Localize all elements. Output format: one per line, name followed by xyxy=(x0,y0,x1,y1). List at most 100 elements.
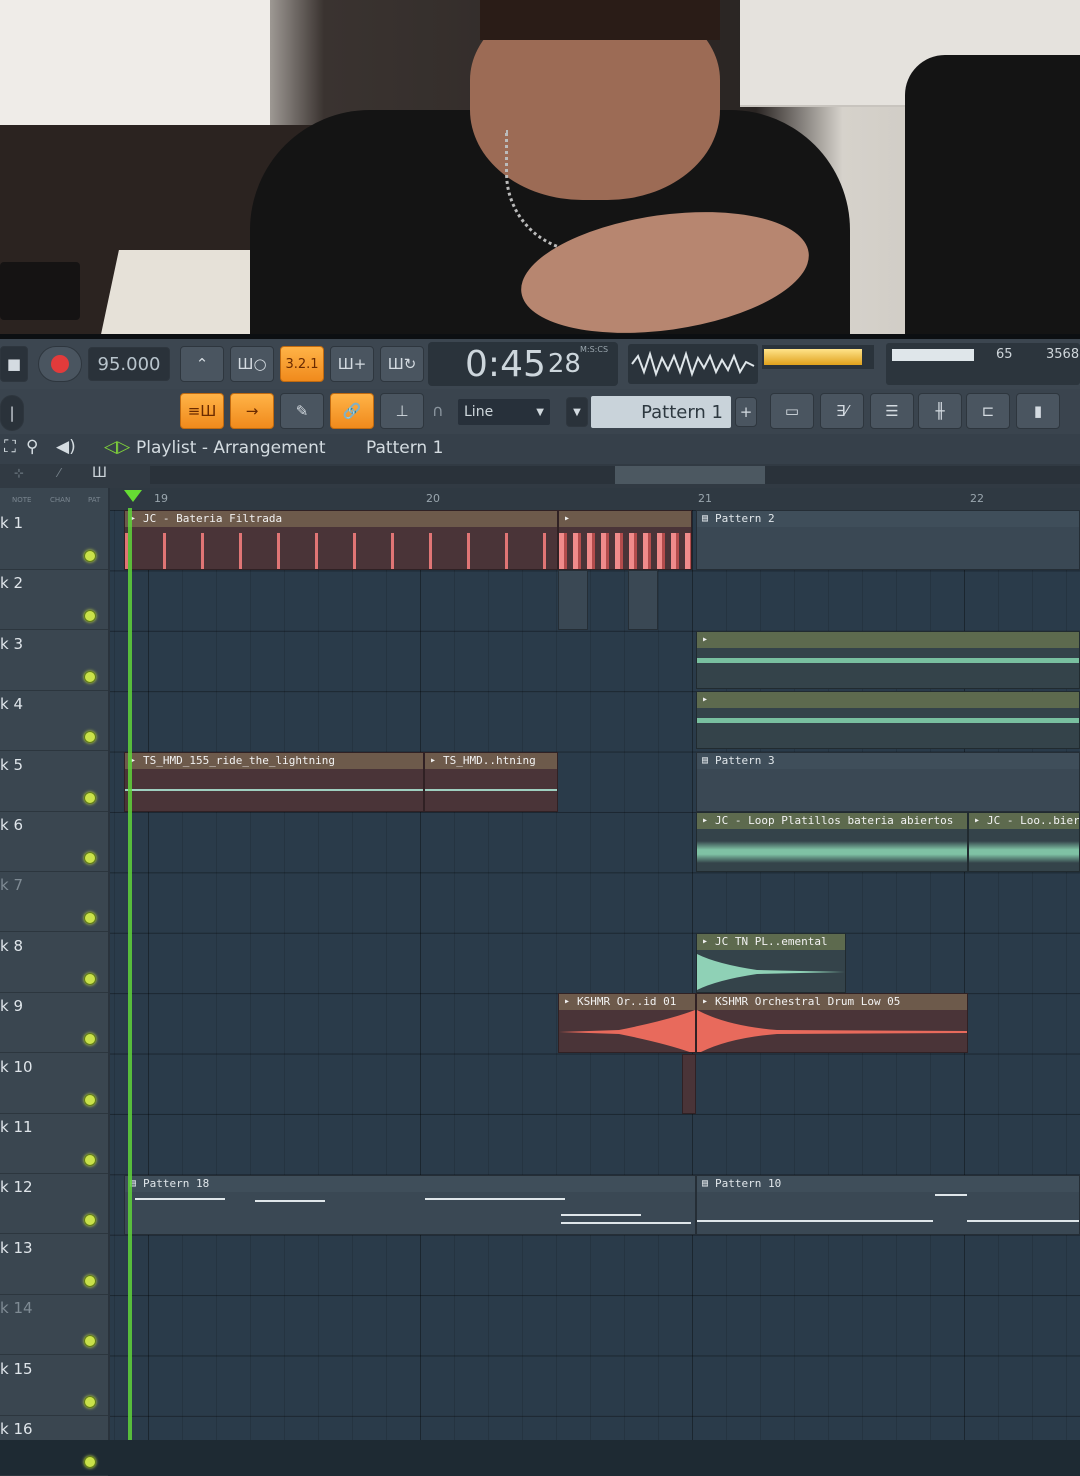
track-mute-led[interactable] xyxy=(84,1335,96,1348)
track-header[interactable]: k 9 xyxy=(0,993,108,1054)
channel-rack-icon: ∃⁄ xyxy=(836,402,848,420)
track-header[interactable]: k 2 xyxy=(0,570,108,631)
track-mute-led[interactable] xyxy=(84,610,96,623)
track-header[interactable]: k 7 xyxy=(0,872,108,933)
countdown-button[interactable]: 3.2.1 xyxy=(280,346,324,382)
metronome-button[interactable]: ⌃ xyxy=(180,346,224,382)
loop-record-button[interactable]: Ш↻ xyxy=(380,346,424,382)
channel-rack-button[interactable]: ∃⁄ xyxy=(820,393,864,429)
scroll-thumb[interactable] xyxy=(615,466,765,484)
track-label: k 8 xyxy=(0,936,23,955)
track-mute-led[interactable] xyxy=(84,1093,96,1106)
person-hair xyxy=(480,0,720,40)
header-labels: NOTE CHAN PAT xyxy=(0,490,108,508)
slide-icon[interactable]: ⁄ xyxy=(58,466,60,480)
track-mute-led[interactable] xyxy=(84,670,96,683)
pattern-clip-10[interactable]: Pattern 10 xyxy=(696,1175,1080,1235)
track-mute-led[interactable] xyxy=(84,912,96,925)
audio-clip-track3[interactable] xyxy=(696,631,1080,689)
piano-icon[interactable]: Ш xyxy=(92,465,107,481)
track-header[interactable]: k 16 xyxy=(0,1416,108,1476)
track-mute-led[interactable] xyxy=(84,550,96,562)
track-header[interactable]: k 6 xyxy=(0,812,108,872)
audio-clip-tn[interactable]: JC TN PL..emental xyxy=(696,933,846,993)
track-header[interactable]: k 14 xyxy=(0,1295,108,1356)
track-mute-led[interactable] xyxy=(84,1033,96,1046)
track-mute-led[interactable] xyxy=(84,1395,96,1408)
playhead[interactable] xyxy=(124,488,142,1440)
wait-record-button[interactable]: Ш○ xyxy=(230,346,274,382)
track-mute-led[interactable] xyxy=(84,731,96,744)
audio-clip-kshmr-small[interactable] xyxy=(682,1054,696,1114)
playlist-title[interactable]: Playlist - Arrangement xyxy=(136,438,326,458)
audio-clip-kshmr-1[interactable]: KSHMR Or..id 01 xyxy=(558,993,696,1053)
blend-notes-button[interactable]: Ш+ xyxy=(330,346,374,382)
track-mute-led[interactable] xyxy=(84,1154,96,1166)
track-label: k 14 xyxy=(0,1299,33,1318)
clip-waveform xyxy=(697,954,845,990)
track-header[interactable]: k 13 xyxy=(0,1235,108,1295)
track-mute-led[interactable] xyxy=(84,1456,96,1468)
track-header[interactable]: k 11 xyxy=(0,1114,108,1174)
playlist-view-button[interactable]: ☰ xyxy=(870,393,914,429)
browser-button[interactable]: ▭ xyxy=(770,393,814,429)
track-label: k 9 xyxy=(0,997,23,1016)
header-label: PAT xyxy=(88,496,101,504)
link-button[interactable]: 🔗 xyxy=(330,393,374,429)
expand-icon[interactable]: ⛶ xyxy=(4,437,16,457)
track-mute-led[interactable] xyxy=(84,972,96,985)
track-header[interactable]: k 1 xyxy=(0,510,108,570)
link-icon: 🔗 xyxy=(342,402,362,420)
pencil-button[interactable]: ✎ xyxy=(280,393,324,429)
play-arrows-icon[interactable]: ◁▷ xyxy=(104,437,130,457)
clip-waveform xyxy=(125,533,557,569)
time-sub: 28 xyxy=(547,349,581,379)
tempo-display[interactable]: 95.000 xyxy=(88,347,170,381)
audio-clip-track4[interactable] xyxy=(696,691,1080,749)
track-header[interactable]: k 4 xyxy=(0,691,108,752)
record-button[interactable] xyxy=(38,346,82,382)
timeline-ruler[interactable]: 19 20 21 22 xyxy=(110,488,1080,510)
pattern-clip-18[interactable]: Pattern 18 xyxy=(124,1175,696,1235)
pattern-menu-button[interactable]: ▼ xyxy=(566,397,588,427)
track-label: k 11 xyxy=(0,1118,33,1136)
pattern-selector[interactable]: Pattern 1 xyxy=(591,396,731,428)
audio-clip-platillos-2[interactable]: JC - Loo..bier xyxy=(968,812,1080,872)
pattern-clip-small-b[interactable] xyxy=(628,570,658,630)
step-button[interactable]: → xyxy=(230,393,274,429)
route-icon[interactable]: ⊹ xyxy=(14,466,24,480)
snap-select[interactable]: Line ▼ xyxy=(458,399,550,425)
plugin-button[interactable]: ▮ xyxy=(1016,393,1060,429)
audio-clip-platillos-1[interactable]: JC - Loop Platillos bateria abiertos xyxy=(696,812,968,872)
track-mute-led[interactable] xyxy=(84,791,96,804)
pattern-clip-3[interactable]: Pattern 3 xyxy=(696,752,1080,812)
track-header[interactable]: k 12 xyxy=(0,1174,108,1235)
stop-button[interactable]: ■ xyxy=(0,346,28,382)
speaker-icon[interactable]: ◀) xyxy=(56,437,76,457)
track-mute-led[interactable] xyxy=(84,1214,96,1227)
track-header[interactable]: k 8 xyxy=(0,933,108,993)
audio-clip-ride-1[interactable]: TS_HMD_155_ride_the_lightning xyxy=(124,752,424,812)
zoom-icon[interactable]: ⚲ xyxy=(26,437,38,457)
audio-clip-bateria[interactable]: JC - Bateria Filtrada xyxy=(124,510,558,570)
audio-clip-bateria-chops[interactable] xyxy=(558,510,692,570)
magnet-icon[interactable]: ∩ xyxy=(432,401,444,420)
master-pitch-knob[interactable]: | xyxy=(0,395,24,431)
stamp-button[interactable]: ⊥ xyxy=(380,393,424,429)
track-header[interactable]: k 10 xyxy=(0,1054,108,1114)
track-header[interactable]: k 3 xyxy=(0,631,108,691)
audio-clip-ride-2[interactable]: TS_HMD..htning xyxy=(424,752,558,812)
project-tree-button[interactable]: ⊏ xyxy=(966,393,1010,429)
playlist-button[interactable]: ≡Ш xyxy=(180,393,224,429)
mixer-button[interactable]: ╫ xyxy=(918,393,962,429)
chevron-down-icon: ▼ xyxy=(536,406,544,418)
track-mute-led[interactable] xyxy=(84,1274,96,1287)
audio-clip-kshmr-2[interactable]: KSHMR Orchestral Drum Low 05 xyxy=(696,993,968,1053)
playlist-pattern[interactable]: Pattern 1 xyxy=(366,438,443,458)
pattern-clip-2[interactable]: Pattern 2 xyxy=(696,510,1080,570)
track-header[interactable]: k 5 xyxy=(0,752,108,812)
pattern-clip-small-a[interactable] xyxy=(558,570,588,630)
track-header[interactable]: k 15 xyxy=(0,1356,108,1416)
track-mute-led[interactable] xyxy=(84,852,96,864)
add-pattern-button[interactable]: + xyxy=(735,397,757,427)
